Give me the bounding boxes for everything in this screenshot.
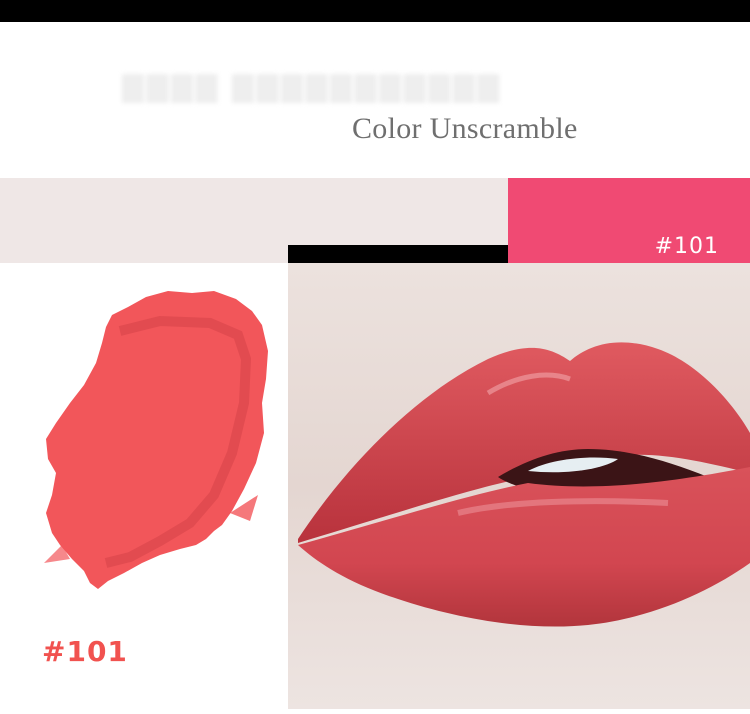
faded-subtitle-text: ▇▇▇▇ ▇▇▇▇▇▇▇▇▇▇▇ — [122, 70, 502, 103]
header: ▇▇▇▇ ▇▇▇▇▇▇▇▇▇▇▇ Color Unscramble — [0, 22, 750, 178]
product-shade-code: #101 — [42, 635, 128, 668]
section-title: Color Unscramble — [352, 112, 578, 145]
lip-swatch-photo — [288, 263, 750, 709]
swatch-panel: #101 — [0, 263, 288, 709]
shade-swatch: #101 — [508, 178, 750, 263]
lips-illustration — [288, 263, 750, 709]
black-accent-strip — [288, 245, 508, 263]
swatch-shade-code: #101 — [654, 234, 719, 259]
top-black-bar — [0, 0, 750, 22]
